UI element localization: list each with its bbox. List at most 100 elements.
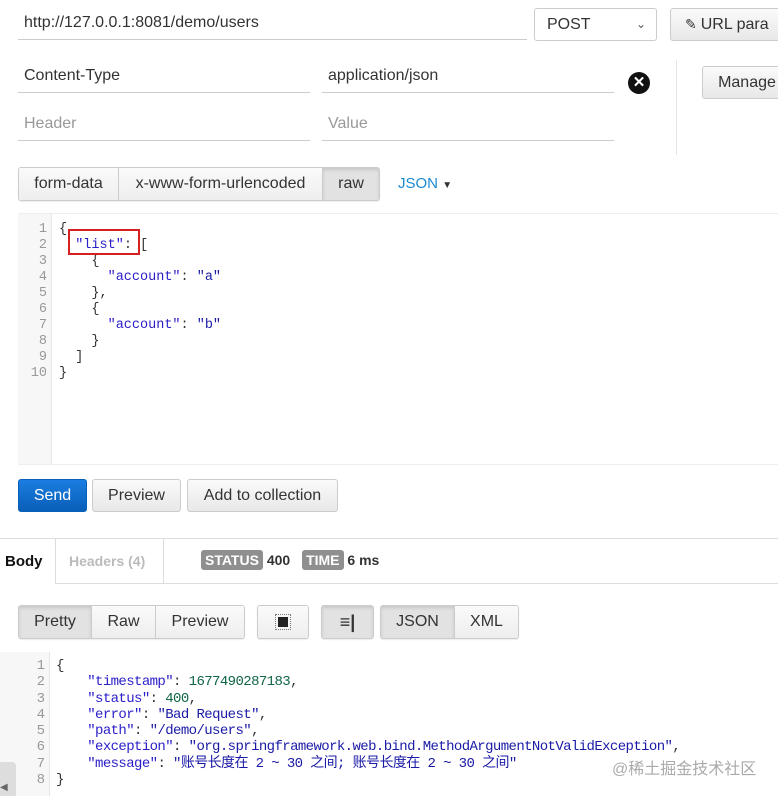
line-number: 6 bbox=[36, 739, 45, 756]
format-group: JSON XML bbox=[380, 605, 519, 639]
method-value: POST bbox=[547, 16, 591, 33]
tab-x-www-form-urlencoded[interactable]: x-www-form-urlencoded bbox=[119, 168, 323, 200]
code-line: "exception": "org.springframework.web.bi… bbox=[56, 739, 681, 756]
tab-form-data[interactable]: form-data bbox=[19, 168, 119, 200]
line-number: 4 bbox=[38, 270, 47, 285]
response-time: 6 ms bbox=[347, 552, 380, 568]
header-key-placeholder[interactable]: Header bbox=[18, 109, 310, 141]
raw-format-dropdown[interactable]: JSON ▼ bbox=[398, 175, 452, 192]
fullscreen-button[interactable] bbox=[258, 606, 308, 638]
edit-icon: ✎ bbox=[685, 16, 697, 32]
code-token: ] bbox=[59, 350, 84, 365]
watermark: @稀土掘金技术社区 bbox=[612, 761, 757, 778]
line-number: 5 bbox=[36, 723, 45, 740]
line-number: 1 bbox=[38, 222, 47, 237]
scroll-left-button[interactable]: ◀ bbox=[0, 762, 16, 796]
code-token: "status" bbox=[87, 690, 150, 707]
caret-down-icon: ▼ bbox=[442, 180, 453, 191]
manage-presets-button[interactable]: Manage bbox=[702, 66, 778, 99]
code-line: { bbox=[59, 254, 221, 270]
response-meta: STATUS 400 TIME 6 ms bbox=[201, 550, 379, 570]
chevron-down-icon: ⌄ bbox=[635, 17, 646, 31]
tab-raw[interactable]: raw bbox=[323, 168, 379, 200]
fullscreen-group bbox=[257, 605, 309, 639]
tab-json[interactable]: JSON bbox=[381, 606, 455, 638]
body-type-group: form-data x-www-form-urlencoded raw bbox=[18, 167, 380, 201]
code-token: , bbox=[188, 690, 197, 707]
code-line: } bbox=[56, 772, 680, 788]
code-token: { bbox=[56, 658, 64, 674]
divider bbox=[676, 60, 677, 155]
send-button[interactable]: Send bbox=[18, 479, 87, 512]
tab-xml[interactable]: XML bbox=[455, 606, 518, 638]
code-line: { bbox=[59, 302, 221, 318]
tab-raw-response[interactable]: Raw bbox=[92, 606, 156, 638]
code-token: 400 bbox=[165, 690, 189, 707]
tab-body[interactable]: Body bbox=[5, 553, 43, 570]
header-key-input[interactable]: Content-Type bbox=[18, 61, 310, 93]
code-line: "error": "Bad Request", bbox=[56, 707, 680, 723]
line-number: 10 bbox=[30, 366, 47, 381]
wrap-lines-icon: ≡| bbox=[339, 611, 356, 632]
code-token: { bbox=[59, 302, 100, 317]
code-token: : bbox=[141, 706, 158, 723]
code-token: } bbox=[59, 366, 68, 381]
line-number: 2 bbox=[36, 674, 45, 691]
code-token: "message" bbox=[87, 755, 158, 772]
code-line: "timestamp": 1677490287183, bbox=[56, 674, 680, 690]
line-number: 2 bbox=[38, 238, 47, 253]
line-number: 8 bbox=[38, 334, 47, 349]
code-token: : bbox=[180, 270, 197, 285]
code-line: }, bbox=[59, 286, 221, 302]
tab-headers[interactable]: Headers (4) bbox=[55, 539, 164, 584]
code-token: "path" bbox=[87, 723, 135, 740]
code-token: "account" bbox=[107, 270, 181, 285]
add-to-collection-button[interactable]: Add to collection bbox=[187, 479, 338, 512]
code-line: } bbox=[59, 366, 221, 382]
header-value-placeholder[interactable]: Value bbox=[322, 109, 614, 141]
line-number: 6 bbox=[38, 302, 47, 317]
header-value-input[interactable]: application/json bbox=[322, 61, 614, 93]
tab-pretty[interactable]: Pretty bbox=[19, 606, 92, 638]
status-badge: STATUS bbox=[201, 550, 263, 570]
code-token: "org.springframework.web.bind.MethodArgu… bbox=[188, 739, 673, 756]
code-token: } bbox=[59, 334, 100, 349]
code-line: ] bbox=[59, 350, 221, 366]
code-token: { bbox=[59, 222, 68, 237]
arrow-left-icon: ◀ bbox=[0, 782, 8, 793]
code-token: , bbox=[251, 723, 259, 740]
code-line: "account": "a" bbox=[59, 270, 221, 286]
code-token: "error" bbox=[87, 706, 142, 723]
tab-preview-response[interactable]: Preview bbox=[156, 606, 244, 638]
time-badge: TIME bbox=[302, 550, 344, 570]
line-number: 3 bbox=[38, 254, 47, 269]
line-numbers: 1 2 3 4 5 6 7 8 9 10 bbox=[18, 214, 52, 464]
fullscreen-icon bbox=[275, 614, 291, 630]
line-number: 5 bbox=[38, 286, 47, 301]
code-token: "timestamp" bbox=[87, 674, 174, 691]
code-token: : bbox=[157, 755, 174, 772]
code-token: "account" bbox=[107, 318, 181, 333]
url-params-button[interactable]: ✎ URL para bbox=[670, 8, 778, 41]
url-input[interactable]: http://127.0.0.1:8081/demo/users bbox=[18, 8, 527, 40]
raw-format-label: JSON bbox=[398, 175, 439, 192]
code-token: , bbox=[258, 706, 267, 723]
code-token: : bbox=[149, 690, 166, 707]
wrap-lines-button[interactable]: ≡| bbox=[322, 606, 373, 638]
line-number: 3 bbox=[36, 690, 45, 707]
code-token: 1677490287183 bbox=[188, 674, 291, 691]
line-number: 7 bbox=[38, 318, 47, 333]
highlight-box bbox=[68, 229, 140, 255]
method-select[interactable]: POST ⌄ bbox=[534, 8, 657, 41]
preview-button[interactable]: Preview bbox=[92, 479, 181, 512]
code-line: } bbox=[59, 334, 221, 350]
remove-header-icon[interactable]: ✕ bbox=[628, 72, 650, 94]
code-line: "path": "/demo/users", bbox=[56, 723, 680, 739]
